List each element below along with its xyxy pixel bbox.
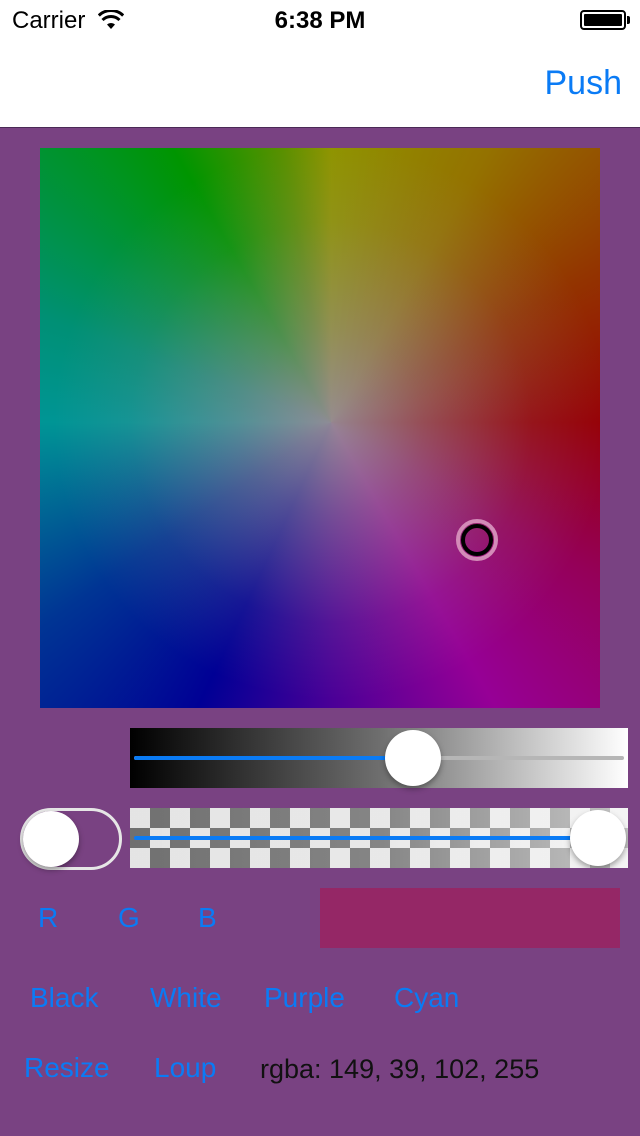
rgba-readout: rgba: 149, 39, 102, 255 xyxy=(260,1054,540,1084)
purple-button[interactable]: Purple xyxy=(264,982,345,1014)
g-button[interactable]: G xyxy=(118,902,140,934)
white-button[interactable]: White xyxy=(150,982,222,1014)
status-bar: Carrier 6:38 PM xyxy=(0,0,640,40)
selection-ring-icon[interactable] xyxy=(455,519,498,561)
saturation-overlay xyxy=(40,148,600,708)
resize-button[interactable]: Resize xyxy=(24,1052,110,1084)
toggle-knob xyxy=(23,811,79,867)
brightness-track-fill xyxy=(134,756,414,760)
clock: 6:38 PM xyxy=(274,7,366,34)
r-button[interactable]: R xyxy=(38,902,58,934)
alpha-track xyxy=(134,836,624,840)
b-button[interactable]: B xyxy=(198,902,217,934)
alpha-track-fill xyxy=(134,836,624,840)
push-button[interactable]: Push xyxy=(545,64,623,103)
brightness-slider-thumb[interactable] xyxy=(385,730,442,786)
alpha-slider[interactable] xyxy=(130,808,628,868)
black-button[interactable]: Black xyxy=(30,982,98,1014)
alpha-slider-thumb[interactable] xyxy=(570,810,626,866)
brightness-slider[interactable] xyxy=(130,728,628,788)
brightness-track xyxy=(134,756,624,760)
loup-button[interactable]: Loup xyxy=(154,1052,216,1084)
navigation-bar: Push xyxy=(0,40,640,128)
content-area: R G B Black White Purple Cyan Resize Lou… xyxy=(0,128,640,1136)
toggle-switch[interactable] xyxy=(20,808,122,870)
selected-color-swatch xyxy=(320,888,620,948)
color-picker-area[interactable] xyxy=(40,148,600,708)
battery-icon xyxy=(580,10,626,30)
battery-tip xyxy=(627,16,630,24)
cyan-button[interactable]: Cyan xyxy=(394,982,459,1014)
